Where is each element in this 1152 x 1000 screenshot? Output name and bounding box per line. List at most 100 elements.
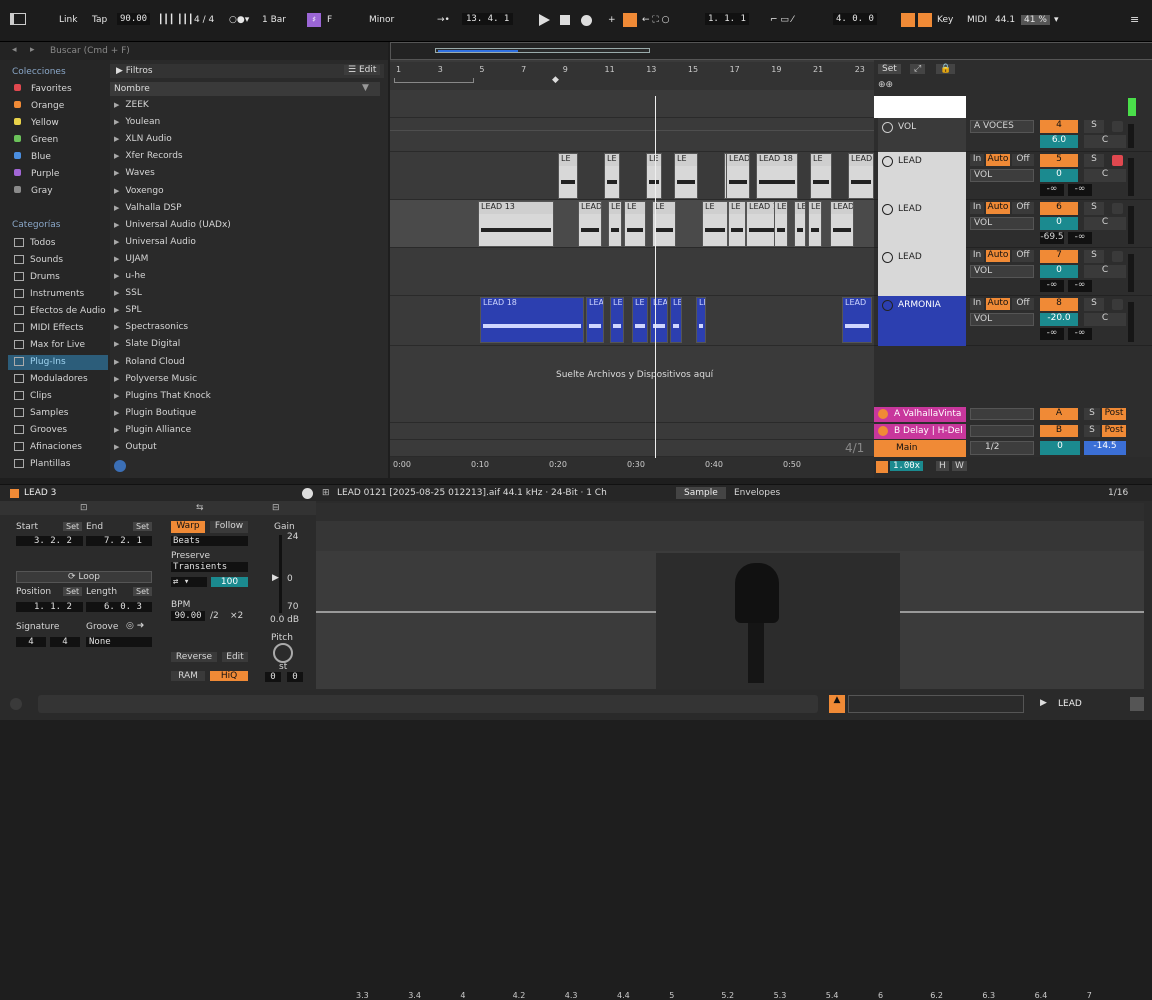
main-volume[interactable]: -14.5 (1084, 441, 1126, 455)
category-item[interactable]: Moduladores (8, 372, 108, 387)
folder-item[interactable]: ▶ Plugin Boutique (114, 408, 196, 418)
position-set-button[interactable]: Set (63, 587, 83, 596)
audio-clip[interactable]: LE (774, 201, 788, 247)
end-set-button[interactable]: Set (133, 522, 153, 531)
w-button[interactable]: W (952, 461, 967, 471)
folder-expand-icon[interactable]: ▶ (114, 101, 119, 109)
audio-clip[interactable]: LEAD (578, 201, 602, 247)
h-button[interactable]: H (936, 461, 949, 471)
warp-button[interactable]: Warp (171, 521, 205, 533)
folder-expand-icon[interactable]: ▶ (114, 443, 119, 451)
follow-icon[interactable]: →• (437, 15, 450, 25)
folder-item[interactable]: ▶ SSL (114, 288, 142, 298)
folder-item[interactable]: ▶ Plugins That Knock (114, 391, 211, 401)
folder-expand-icon[interactable]: ▶ (114, 221, 119, 229)
return-letter[interactable]: A (1040, 408, 1078, 420)
return-fold-icon[interactable] (878, 426, 888, 436)
folder-expand-icon[interactable]: ▶ (114, 204, 119, 212)
play-icon[interactable] (539, 14, 550, 26)
track-volume[interactable]: 0 (1040, 217, 1078, 230)
input-monitor-in[interactable]: In (970, 154, 984, 166)
return-post-button[interactable]: Post (1102, 425, 1126, 437)
pitch-cents[interactable]: 0 (287, 672, 303, 682)
panel-toggle-icon[interactable] (10, 13, 26, 25)
audio-tab-icon[interactable]: ⇆ (196, 503, 204, 513)
set-button[interactable]: Set (878, 64, 901, 74)
folder-expand-icon[interactable]: ▶ (114, 255, 119, 263)
folder-item[interactable]: ▶ Slate Digital (114, 339, 180, 349)
beat-ruler[interactable] (390, 62, 874, 90)
category-item[interactable]: Todos (8, 236, 108, 251)
audio-clip[interactable]: LE (808, 201, 822, 247)
input-monitor-off[interactable]: Off (1012, 154, 1034, 166)
folder-item[interactable]: ▶ u-he (114, 271, 146, 281)
input-monitor-off[interactable]: Off (1012, 202, 1034, 214)
category-item[interactable]: Afinaciones (8, 440, 108, 455)
key-map-button[interactable]: Key (937, 15, 953, 25)
solo-button[interactable]: S (1084, 120, 1104, 133)
track-routing-select[interactable]: VOL (970, 217, 1034, 230)
double-tempo-button[interactable]: ×2 (230, 611, 243, 621)
draw-mode-icon[interactable] (901, 13, 915, 27)
track-fold-icon[interactable] (882, 156, 893, 167)
return-routing[interactable] (970, 425, 1034, 437)
stop-icon[interactable] (560, 15, 570, 25)
key-root-select[interactable]: F (327, 15, 332, 25)
track-volume[interactable]: -20.0 (1040, 313, 1078, 326)
pitch-knob[interactable] (273, 643, 293, 663)
track-pan[interactable]: C (1084, 265, 1126, 278)
input-monitor-auto[interactable]: Auto (986, 202, 1010, 214)
solo-button[interactable]: S (1084, 298, 1104, 311)
length-set-button[interactable]: Set (133, 587, 153, 596)
folder-expand-icon[interactable]: ▶ (114, 323, 119, 331)
key-map-icon[interactable] (918, 13, 932, 27)
zoom-level[interactable]: 1.00x (890, 461, 924, 471)
follow-button[interactable]: Follow (210, 521, 248, 533)
input-monitor-in[interactable]: In (970, 202, 984, 214)
folder-expand-icon[interactable]: ▶ (114, 169, 119, 177)
track-fold-icon[interactable] (882, 204, 893, 215)
hamburger-icon[interactable]: ≡ (1130, 13, 1139, 26)
audio-clip[interactable]: LE (702, 201, 728, 247)
folder-item[interactable]: ▶ Spectrasonics (114, 322, 188, 332)
overdub-icon[interactable]: + (608, 15, 616, 25)
main-routing-select[interactable]: 1/2 (970, 441, 1034, 455)
input-monitor-in[interactable]: In (970, 298, 984, 310)
audio-clip[interactable]: LE (558, 153, 578, 199)
filter-icon[interactable]: ▼ (362, 83, 369, 93)
loop-length-field[interactable]: 4. 0. 0 (833, 13, 877, 25)
audio-clip[interactable]: LE (696, 297, 706, 343)
track-fold-icon[interactable] (882, 252, 893, 263)
sample-ruler[interactable] (316, 503, 1144, 521)
audio-clip[interactable]: LEAD (830, 201, 854, 247)
input-monitor-auto[interactable]: Auto (986, 154, 1010, 166)
audio-clip[interactable]: LEAD (848, 153, 874, 199)
solo-button[interactable]: S (1084, 202, 1104, 215)
return-solo[interactable]: S (1084, 425, 1100, 437)
edit-sample-button[interactable]: Edit (222, 652, 248, 662)
folder-expand-icon[interactable]: ▶ (114, 118, 119, 126)
track-pan[interactable]: C (1084, 169, 1126, 182)
track-number[interactable]: 8 (1040, 298, 1078, 311)
category-item[interactable]: MIDI Effects (8, 321, 108, 336)
collection-item[interactable]: Yellow (14, 118, 59, 128)
category-item[interactable]: Efectos de Audio (8, 304, 108, 319)
audio-clip[interactable]: LE (670, 297, 682, 343)
status-clip-overview[interactable] (848, 695, 1024, 713)
audio-clip[interactable]: LE (604, 153, 620, 199)
folder-expand-icon[interactable]: ▶ (114, 238, 119, 246)
collection-item[interactable]: Gray (14, 186, 53, 196)
clip-title[interactable]: LEAD 3 (24, 488, 56, 498)
tap-button[interactable]: Tap (92, 15, 107, 25)
track-lane-group[interactable] (390, 90, 874, 118)
track-pan[interactable]: C (1084, 135, 1126, 148)
record-icon[interactable] (581, 15, 592, 26)
audio-clip[interactable]: LE (794, 201, 806, 247)
audio-clip[interactable]: LE (624, 201, 646, 247)
audio-clip[interactable]: LE (728, 201, 746, 247)
reverse-button[interactable]: Reverse (171, 652, 217, 662)
folder-expand-icon[interactable]: ▶ (114, 392, 119, 400)
category-item[interactable]: Drums (8, 270, 108, 285)
session-record-icons[interactable]: ← ⛶ ○ (642, 15, 669, 25)
category-item[interactable]: Plug-Ins (8, 355, 108, 370)
